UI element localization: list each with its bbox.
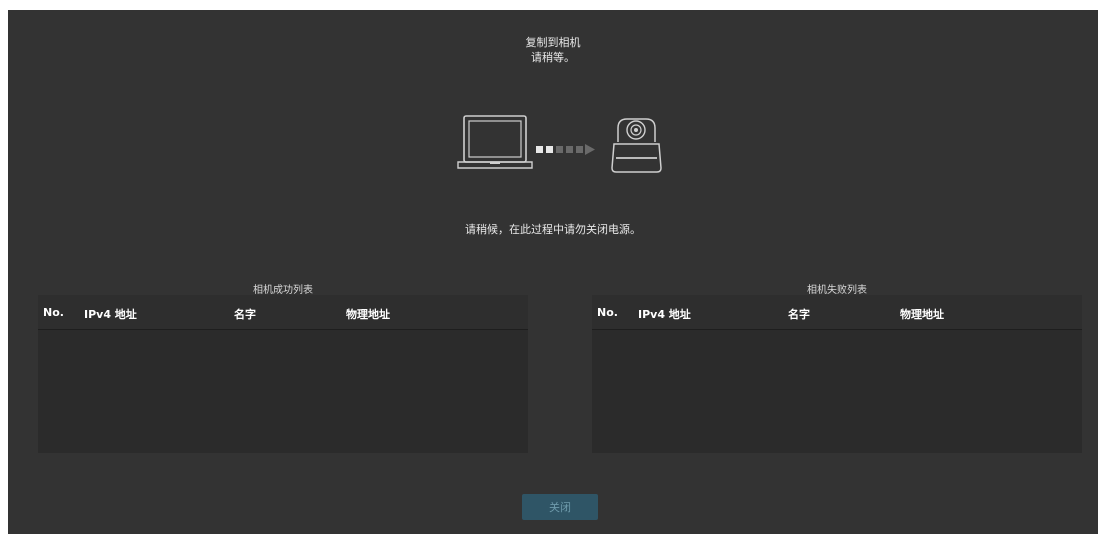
fail-list-caption: 相机失败列表	[807, 285, 867, 296]
column-header-name[interactable]: 名字	[234, 306, 256, 322]
transfer-arrow-icon	[536, 144, 595, 155]
column-header-mac[interactable]: 物理地址	[900, 306, 944, 322]
column-header-ipv4[interactable]: IPv4 地址	[84, 306, 137, 322]
fail-camera-table: No. IPv4 地址 名字 物理地址	[592, 295, 1082, 453]
close-button[interactable]: 关闭	[522, 494, 598, 520]
column-header-name[interactable]: 名字	[788, 306, 810, 322]
column-header-no[interactable]: No.	[43, 306, 64, 319]
column-header-mac[interactable]: 物理地址	[346, 306, 390, 322]
copy-illustration	[448, 108, 668, 178]
dialog-title: 复制到相机	[525, 36, 581, 49]
column-header-no[interactable]: No.	[597, 306, 618, 319]
table-header: No. IPv4 地址 名字 物理地址	[38, 295, 528, 330]
dialog-subtitle: 请稍等。	[531, 51, 575, 64]
column-header-ipv4[interactable]: IPv4 地址	[638, 306, 691, 322]
copy-to-camera-dialog: 复制到相机 请稍等。 请稍候，在此过程中请勿关闭电源。 相机成功列表 No. I…	[8, 10, 1098, 534]
laptop-icon	[457, 115, 533, 169]
success-camera-table: No. IPv4 地址 名字 物理地址	[38, 295, 528, 453]
success-list-caption: 相机成功列表	[253, 285, 313, 296]
power-warning-text: 请稍候，在此过程中请勿关闭电源。	[465, 223, 641, 236]
ptz-camera-icon	[611, 118, 662, 173]
table-header: No. IPv4 地址 名字 物理地址	[592, 295, 1082, 330]
